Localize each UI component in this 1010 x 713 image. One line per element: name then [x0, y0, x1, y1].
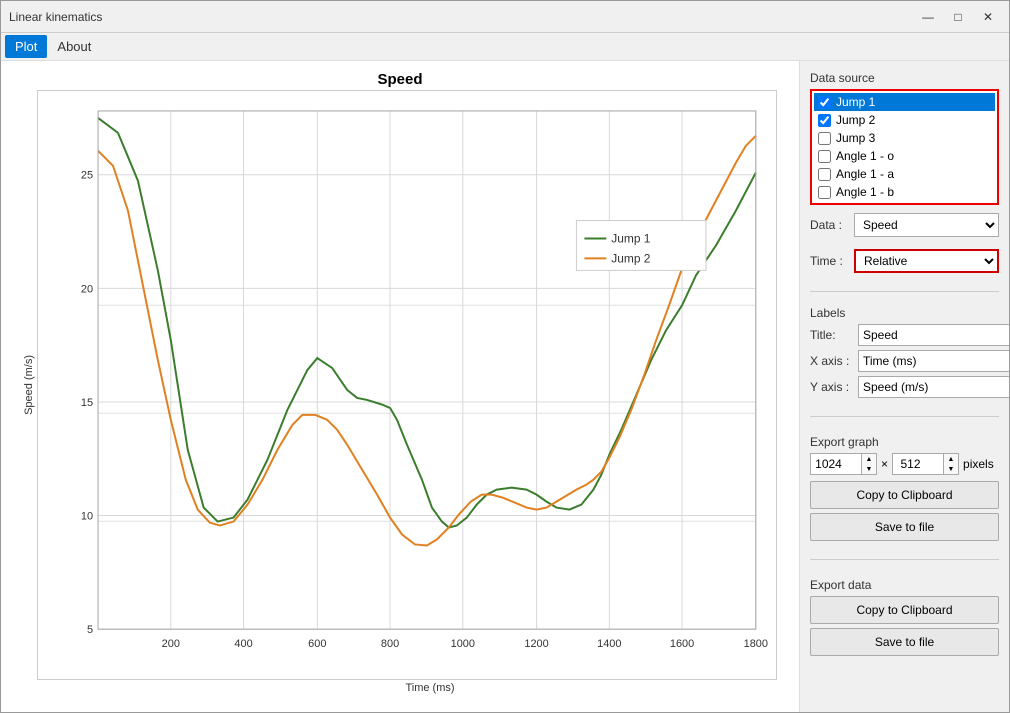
- svg-text:1200: 1200: [524, 638, 548, 650]
- x-axis-input[interactable]: [858, 350, 1009, 372]
- export-graph-label: Export graph: [810, 435, 999, 449]
- svg-text:1800: 1800: [744, 638, 768, 650]
- ds-checkbox-jump3[interactable]: [818, 132, 831, 145]
- copy-graph-button[interactable]: Copy to Clipboard: [810, 481, 999, 509]
- height-input[interactable]: [892, 453, 944, 475]
- y-axis-input[interactable]: [858, 376, 1009, 398]
- data-label: Data :: [810, 218, 848, 232]
- data-row: Data : Speed Acceleration Distance: [810, 213, 999, 237]
- chart-wrapper: Speed (m/s): [23, 90, 777, 680]
- width-down-arrow[interactable]: ▼: [862, 464, 876, 474]
- menu-bar: Plot About: [1, 33, 1009, 61]
- width-up-arrow[interactable]: ▲: [862, 454, 876, 464]
- window-title: Linear kinematics: [9, 10, 915, 24]
- close-button[interactable]: ✕: [975, 7, 1001, 27]
- main-window: Linear kinematics — □ ✕ Plot About Speed…: [0, 0, 1010, 713]
- export-size-row: ▲ ▼ × ▲ ▼ pixels: [810, 453, 999, 475]
- svg-text:1400: 1400: [597, 638, 621, 650]
- ds-item-jump1[interactable]: Jump 1: [814, 93, 995, 111]
- svg-text:20: 20: [81, 283, 93, 295]
- menu-item-plot[interactable]: Plot: [5, 35, 47, 58]
- svg-text:25: 25: [81, 170, 93, 182]
- title-label: Title:: [810, 328, 852, 342]
- window-controls: — □ ✕: [915, 7, 1001, 27]
- y-axis-row: Y axis :: [810, 376, 999, 398]
- width-input[interactable]: [810, 453, 862, 475]
- svg-text:800: 800: [381, 638, 399, 650]
- height-arrows: ▲ ▼: [944, 453, 959, 475]
- x-axis-label-field: X axis :: [810, 354, 852, 368]
- ds-checkbox-jump1[interactable]: [818, 96, 831, 109]
- width-spinbox: ▲ ▼: [810, 453, 877, 475]
- ds-label-angle1b: Angle 1 - b: [836, 185, 894, 199]
- ds-item-jump2[interactable]: Jump 2: [814, 111, 995, 129]
- data-source-section: Data source Jump 1 Jump 2 Jump 3: [810, 71, 999, 205]
- data-select[interactable]: Speed Acceleration Distance: [854, 213, 999, 237]
- ds-label-jump3: Jump 3: [836, 131, 875, 145]
- width-arrows: ▲ ▼: [862, 453, 877, 475]
- time-label: Time :: [810, 254, 848, 268]
- height-down-arrow[interactable]: ▼: [944, 464, 958, 474]
- title-bar: Linear kinematics — □ ✕: [1, 1, 1009, 33]
- labels-section: Labels Title: X axis : Y axis :: [810, 306, 999, 402]
- labels-section-label: Labels: [810, 306, 999, 320]
- y-axis-label: Speed (m/s): [23, 355, 35, 415]
- ds-checkbox-angle1b[interactable]: [818, 186, 831, 199]
- times-symbol: ×: [881, 457, 888, 471]
- main-content: Speed Speed (m/s): [1, 61, 1009, 712]
- pixels-label: pixels: [963, 457, 994, 471]
- chart-area: Speed Speed (m/s): [1, 61, 799, 712]
- ds-item-angle1o[interactable]: Angle 1 - o: [814, 147, 995, 165]
- divider-2: [810, 416, 999, 417]
- title-row: Title:: [810, 324, 999, 346]
- svg-text:600: 600: [308, 638, 326, 650]
- chart-title: Speed: [377, 71, 422, 88]
- menu-item-about[interactable]: About: [47, 35, 101, 58]
- title-input[interactable]: [858, 324, 1009, 346]
- data-source-box: Jump 1 Jump 2 Jump 3 Angle 1 - o: [810, 89, 999, 205]
- export-data-section: Export data Copy to Clipboard Save to fi…: [810, 578, 999, 660]
- ds-item-jump3[interactable]: Jump 3: [814, 129, 995, 147]
- save-graph-button[interactable]: Save to file: [810, 513, 999, 541]
- export-data-label: Export data: [810, 578, 999, 592]
- chart-svg: 5 10 15 20 25 200 400 600 800 1000: [38, 91, 776, 679]
- svg-text:15: 15: [81, 397, 93, 409]
- svg-text:1000: 1000: [451, 638, 475, 650]
- svg-text:5: 5: [87, 624, 93, 636]
- svg-text:1600: 1600: [670, 638, 694, 650]
- ds-item-angle1b[interactable]: Angle 1 - b: [814, 183, 995, 201]
- x-axis-label: Time (ms): [405, 682, 454, 694]
- svg-text:10: 10: [81, 511, 93, 523]
- chart-container: 5 10 15 20 25 200 400 600 800 1000: [37, 90, 777, 680]
- svg-text:200: 200: [162, 638, 180, 650]
- divider-1: [810, 291, 999, 292]
- ds-label-jump1: Jump 1: [836, 95, 875, 109]
- divider-3: [810, 559, 999, 560]
- ds-label-angle1a: Angle 1 - a: [836, 167, 894, 181]
- ds-item-angle1a[interactable]: Angle 1 - a: [814, 165, 995, 183]
- data-source-label: Data source: [810, 71, 999, 85]
- right-panel: Data source Jump 1 Jump 2 Jump 3: [799, 61, 1009, 712]
- ds-label-angle1o: Angle 1 - o: [836, 149, 894, 163]
- ds-checkbox-angle1a[interactable]: [818, 168, 831, 181]
- height-spinbox: ▲ ▼: [892, 453, 959, 475]
- time-row: Time : Relative Absolute: [810, 249, 999, 273]
- svg-text:Jump 2: Jump 2: [611, 251, 651, 265]
- save-data-button[interactable]: Save to file: [810, 628, 999, 656]
- ds-checkbox-angle1o[interactable]: [818, 150, 831, 163]
- ds-checkbox-jump2[interactable]: [818, 114, 831, 127]
- maximize-button[interactable]: □: [945, 7, 971, 27]
- ds-label-jump2: Jump 2: [836, 113, 875, 127]
- svg-text:Jump 1: Jump 1: [611, 231, 651, 245]
- minimize-button[interactable]: —: [915, 7, 941, 27]
- x-axis-row: X axis :: [810, 350, 999, 372]
- y-axis-label-field: Y axis :: [810, 380, 852, 394]
- time-select[interactable]: Relative Absolute: [854, 249, 999, 273]
- export-graph-section: Export graph ▲ ▼ × ▲ ▼: [810, 435, 999, 545]
- copy-data-button[interactable]: Copy to Clipboard: [810, 596, 999, 624]
- height-up-arrow[interactable]: ▲: [944, 454, 958, 464]
- svg-text:400: 400: [234, 638, 252, 650]
